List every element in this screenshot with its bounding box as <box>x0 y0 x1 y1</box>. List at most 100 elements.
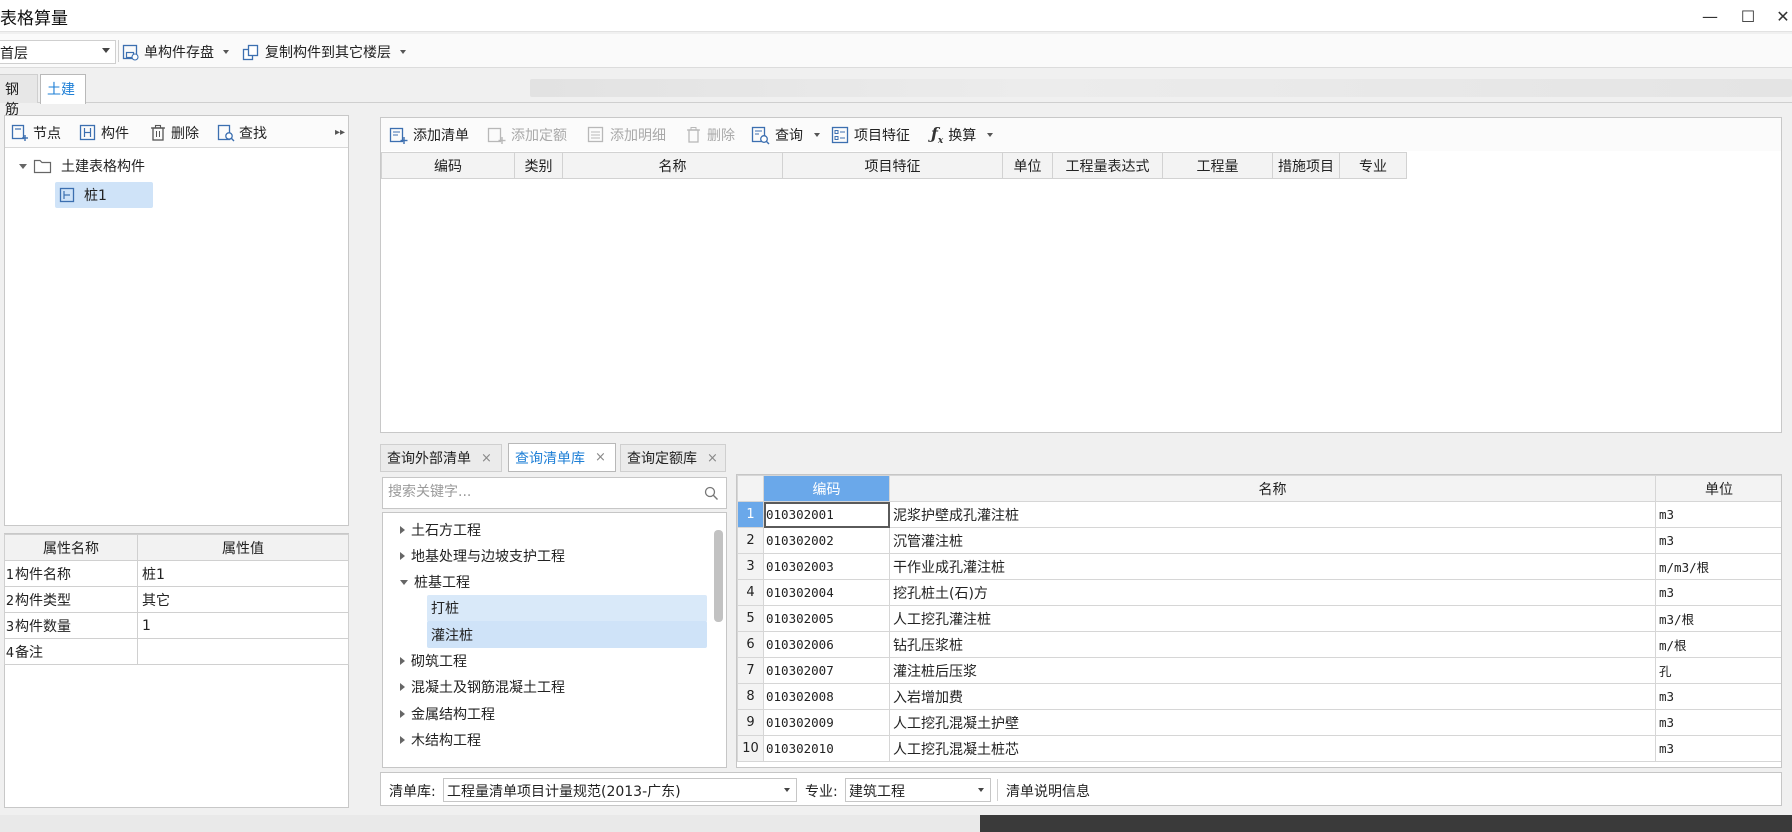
copy-to-floor-button[interactable]: 复制构件到其它楼层 <box>242 40 406 64</box>
close-button[interactable]: ✕ <box>1770 4 1792 28</box>
project-features-button[interactable]: 项目特征 <box>831 124 910 146</box>
list-header-column[interactable]: 工程量表达式 <box>1052 152 1163 179</box>
result-unit[interactable]: m/m3/根 <box>1655 553 1781 580</box>
category-item[interactable]: 混凝土及钢筋混凝土工程 <box>383 674 713 701</box>
collapse-icon[interactable] <box>400 579 408 585</box>
list-header-column[interactable]: 单位 <box>1002 152 1053 179</box>
result-row[interactable]: 7 010302007 灌注桩后压浆孔 <box>737 657 1781 684</box>
result-unit[interactable]: m3/根 <box>1655 605 1781 632</box>
add-quota-button[interactable]: 添加定额 <box>487 124 567 146</box>
expand-icon[interactable] <box>400 551 405 560</box>
category-item[interactable]: 打桩 <box>427 594 707 622</box>
tab-rebar[interactable]: 钢筋 <box>0 74 38 118</box>
expand-icon[interactable] <box>400 735 405 744</box>
minimize-button[interactable]: — <box>1697 4 1723 28</box>
close-icon[interactable]: × <box>481 451 492 466</box>
query-button[interactable]: 查询 <box>751 124 820 146</box>
list-header-column[interactable]: 工程量 <box>1162 152 1273 179</box>
result-name[interactable]: 挖孔桩土(石)方 <box>889 579 1656 606</box>
property-row[interactable]: 2构件类型 其它 <box>4 586 349 613</box>
result-row[interactable]: 8 010302008 入岩增加费 m3 <box>737 683 1781 710</box>
result-code[interactable]: 010302008 <box>763 683 890 710</box>
list-header-column[interactable]: 编码 <box>381 152 515 179</box>
library-select[interactable]: 工程量清单项目计量规范(2013-广东) <box>443 778 797 802</box>
add-detail-button[interactable]: 添加明细 <box>587 124 666 146</box>
result-unit[interactable]: m3 <box>1655 735 1781 762</box>
add-list-button[interactable]: 添加清单 <box>389 124 469 146</box>
result-unit[interactable]: m3 <box>1655 579 1781 606</box>
result-row[interactable]: 3 010302003 干作业成孔灌注桩 m/m3/根 <box>737 553 1781 580</box>
property-row[interactable]: 1构件名称 桩1 <box>4 560 349 587</box>
result-row[interactable]: 5 010302005 人工挖孔灌注桩 m3/根 <box>737 605 1781 632</box>
list-header-column[interactable]: 措施项目 <box>1272 152 1340 179</box>
close-icon[interactable]: × <box>707 451 718 466</box>
category-item[interactable]: 灌注桩 <box>427 621 707 649</box>
result-name[interactable]: 入岩增加费 <box>889 683 1656 710</box>
property-row[interactable]: 4备注 <box>4 638 349 665</box>
result-code[interactable]: 010302004 <box>763 579 890 606</box>
result-row[interactable]: 1 010302001 泥浆护壁成孔灌注桩 m3 <box>737 501 1781 528</box>
add-node-button[interactable]: 节点 <box>11 122 61 144</box>
result-unit[interactable]: m/根 <box>1655 631 1781 658</box>
result-code[interactable]: 010302003 <box>763 553 890 580</box>
save-component-button[interactable]: 单构件存盘 <box>122 40 229 64</box>
property-value[interactable] <box>137 638 349 665</box>
property-value[interactable]: 1 <box>137 612 349 639</box>
result-name[interactable]: 泥浆护壁成孔灌注桩 <box>889 501 1656 528</box>
result-code[interactable]: 010302010 <box>763 735 890 762</box>
expand-icon[interactable] <box>400 709 405 718</box>
expand-icon[interactable] <box>400 657 405 665</box>
expand-panel-icon[interactable]: ▸▸ <box>335 127 345 138</box>
delete-button[interactable]: 删除 <box>149 122 199 144</box>
category-tree-scrollbar[interactable] <box>714 530 723 622</box>
expand-icon[interactable] <box>400 683 405 692</box>
result-row[interactable]: 4 010302004 挖孔桩土(石)方 m3 <box>737 579 1781 606</box>
maximize-button[interactable]: ☐ <box>1735 4 1761 28</box>
close-icon[interactable]: × <box>595 450 606 465</box>
tab-query-quota-library[interactable]: 查询定额库 × <box>620 444 726 472</box>
result-code[interactable]: 010302009 <box>763 709 890 736</box>
result-code[interactable]: 010302001 <box>763 501 890 528</box>
category-item[interactable]: 地基处理与边坡支护工程 <box>383 542 713 569</box>
result-code[interactable]: 010302005 <box>763 605 890 632</box>
category-item[interactable]: 木结构工程 <box>383 726 713 753</box>
tree-node-pile[interactable]: 桩1 <box>55 182 153 208</box>
result-name[interactable]: 钻孔压浆桩 <box>889 631 1656 658</box>
result-name[interactable]: 人工挖孔混凝土护壁 <box>889 709 1656 736</box>
major-select[interactable]: 建筑工程 <box>845 778 991 802</box>
property-value[interactable]: 桩1 <box>137 560 349 587</box>
tree-node-root[interactable]: 土建表格构件 <box>19 153 145 179</box>
tab-civil[interactable]: 土建 <box>40 74 86 104</box>
result-name[interactable]: 干作业成孔灌注桩 <box>889 553 1656 580</box>
result-row[interactable]: 6 010302006 钻孔压浆桩 m/根 <box>737 631 1781 658</box>
add-component-button[interactable]: 构件 <box>79 122 129 144</box>
category-item[interactable]: 砌筑工程 <box>383 648 713 675</box>
list-header-column[interactable]: 名称 <box>562 152 783 179</box>
result-unit[interactable]: m3 <box>1655 683 1781 710</box>
find-button[interactable]: 查找 <box>217 122 267 144</box>
category-item[interactable]: 土石方工程 <box>383 516 713 543</box>
search-icon[interactable] <box>704 486 719 501</box>
tab-query-external-list[interactable]: 查询外部清单 × <box>380 444 502 472</box>
category-item[interactable]: 金属结构工程 <box>383 700 713 727</box>
result-header-code[interactable]: 编码 <box>763 475 890 502</box>
result-code[interactable]: 010302002 <box>763 527 890 554</box>
result-unit[interactable]: m3 <box>1655 709 1781 736</box>
result-name[interactable]: 人工挖孔混凝土桩芯 <box>889 735 1656 762</box>
result-header-unit[interactable]: 单位 <box>1655 475 1781 502</box>
result-header-name[interactable]: 名称 <box>889 475 1656 502</box>
result-row[interactable]: 10 010302010 人工挖孔混凝土桩芯 m3 <box>737 735 1781 762</box>
result-code[interactable]: 010302006 <box>763 631 890 658</box>
result-name[interactable]: 人工挖孔灌注桩 <box>889 605 1656 632</box>
result-unit[interactable]: m3 <box>1655 501 1781 528</box>
result-name[interactable]: 沉管灌注桩 <box>889 527 1656 554</box>
list-header-column[interactable]: 类别 <box>514 152 563 179</box>
property-row[interactable]: 3构件数量 1 <box>4 612 349 639</box>
result-row[interactable]: 2 010302002 沉管灌注桩 m3 <box>737 527 1781 554</box>
property-value[interactable]: 其它 <box>137 586 349 613</box>
search-input[interactable] <box>383 478 683 506</box>
list-delete-button[interactable]: 删除 <box>685 124 735 146</box>
result-row[interactable]: 9 010302009 人工挖孔混凝土护壁 m3 <box>737 709 1781 736</box>
convert-button[interactable]: ƒx 换算 <box>931 124 994 146</box>
result-unit[interactable]: 孔 <box>1655 657 1781 684</box>
